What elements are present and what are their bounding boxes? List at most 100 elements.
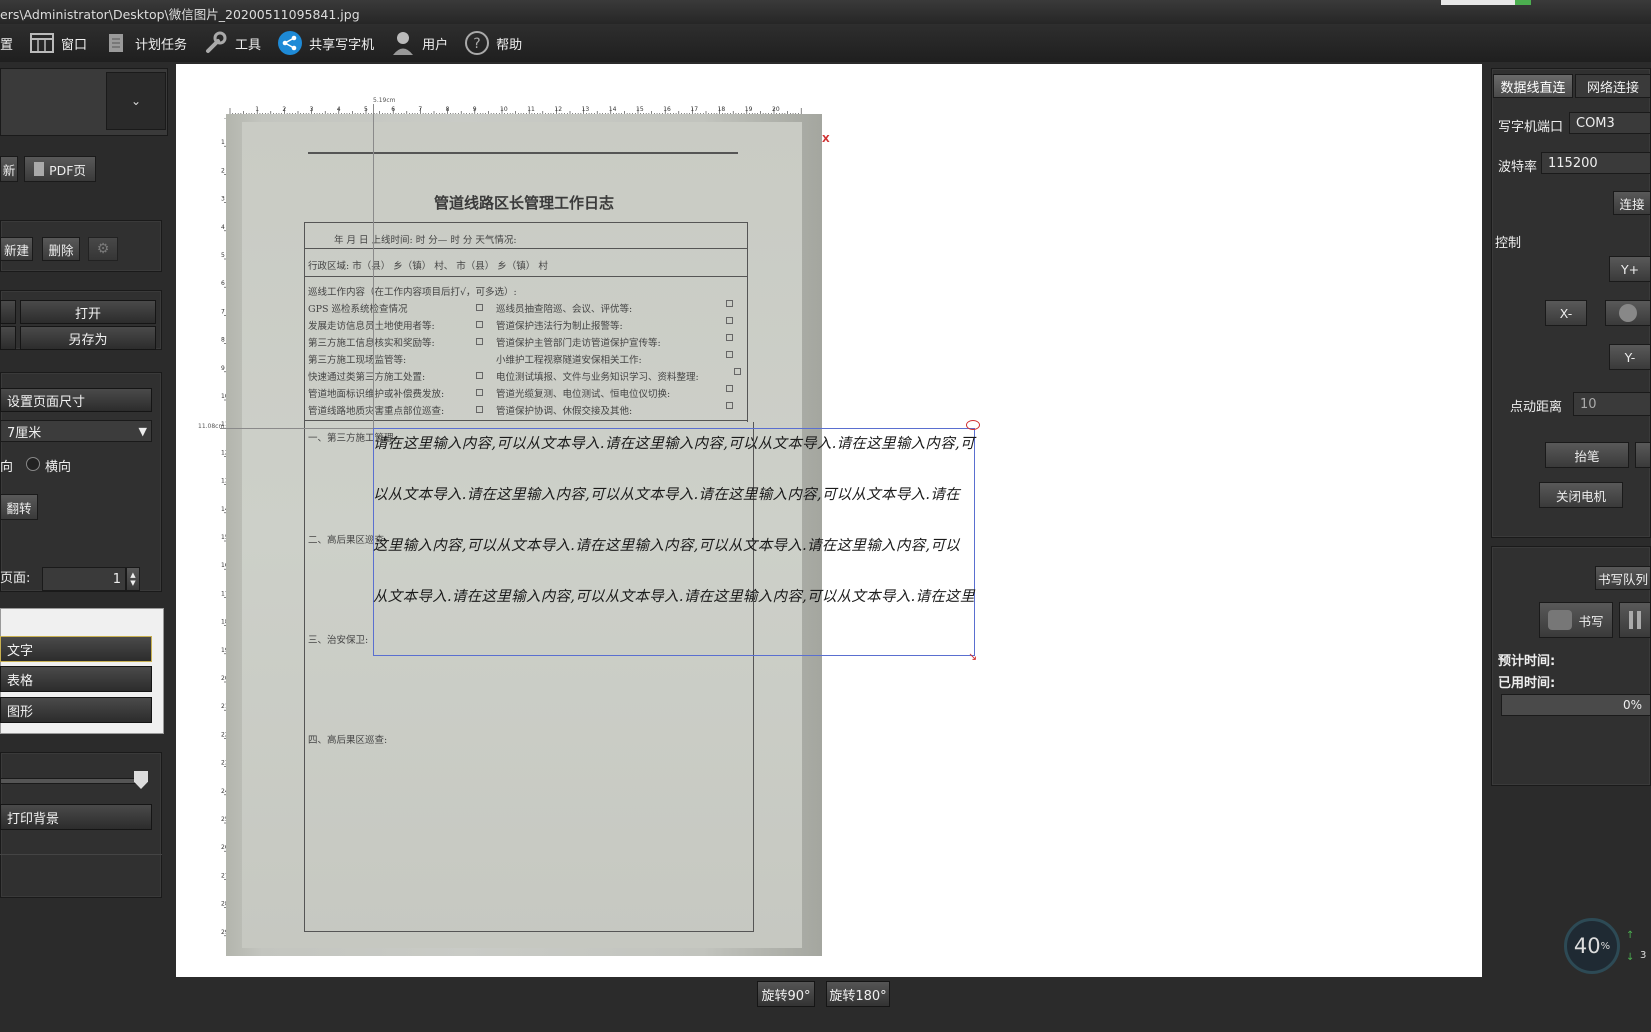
thumbnail-dropdown-button[interactable]: ⌄ [106, 72, 166, 130]
ruler-left-number: 7 [221, 308, 225, 315]
x-minus-button[interactable]: X- [1545, 300, 1587, 326]
delete-button[interactable]: 删除 [42, 237, 80, 261]
rotate-180-button[interactable]: 旋转180° [826, 981, 890, 1007]
open-left-button[interactable] [0, 300, 16, 324]
arrow-up-icon: ↑ [1626, 930, 1635, 941]
home-button[interactable] [1605, 300, 1651, 326]
doc-table-right [747, 222, 748, 422]
connect-button[interactable]: 连接 [1613, 191, 1651, 215]
move-handle-icon[interactable] [966, 420, 980, 430]
ruler-left-number: 1 [221, 139, 225, 146]
ruler-top-number: 1 [255, 106, 259, 113]
ruler-x-marker[interactable]: X [822, 134, 830, 145]
landscape-radio[interactable] [26, 457, 40, 471]
baud-select[interactable]: 115200 [1541, 152, 1651, 174]
page-size-button[interactable]: 设置页面尺寸 [0, 388, 152, 412]
arrow-up-icon: ▲ [130, 571, 136, 579]
baud-label: 波特率 [1498, 160, 1538, 175]
tool-shape-button[interactable]: 图形 [0, 697, 152, 723]
doc-line-6: 管道地面标识维护或补偿费发放: [308, 389, 445, 400]
elapsed-label: 已用时间: [1498, 676, 1556, 691]
ruler-top-number: 13 [582, 106, 590, 113]
save-left-button[interactable] [0, 326, 16, 350]
doc-line-4: 第三方施工现场监管等: [308, 355, 407, 366]
doc-right-line-1: 管道保护违法行为制止报警等: [496, 321, 623, 332]
rotate-90-button[interactable]: 旋转90° [757, 981, 815, 1007]
doc-right-line-6: 管道保护协调、休假交接及其他: [496, 406, 633, 417]
tab-serial[interactable]: 数据线直连 [1493, 74, 1573, 98]
menu-settings-label: 置 [0, 37, 14, 53]
settings-button[interactable]: ⚙ [88, 237, 118, 261]
ruler-top-number: 15 [636, 106, 644, 113]
window-title: ers\Administrator\Desktop\微信图片_202005110… [0, 7, 360, 22]
doc-right-line-3: 小维护工程视察隧道安保相关工作: [496, 355, 642, 366]
tool-text-label: 文字 [7, 643, 34, 659]
write-queue-button[interactable]: 书写队列 [1595, 566, 1651, 590]
print-background-button[interactable]: 打印背景 [0, 804, 152, 830]
doc-section-4: 四、高后果区巡查: [308, 735, 388, 746]
tool-table-button[interactable]: 表格 [0, 666, 152, 692]
y-plus-button[interactable]: Y+ [1609, 256, 1651, 282]
pause-button[interactable] [1619, 602, 1651, 638]
orientation-portrait-label[interactable]: 向 [0, 456, 13, 475]
page-size-select[interactable]: 7厘米 ▼ [0, 420, 152, 442]
delete-label: 删除 [48, 242, 74, 258]
pen-down-button[interactable] [1635, 442, 1651, 468]
tool-table-label: 表格 [7, 673, 34, 689]
title-progress-bar [1441, 0, 1531, 5]
open-label: 打开 [74, 306, 101, 322]
doc-right-line-5: 管道光缆复测、电位测试、恒电位仪切换: [496, 389, 671, 400]
panel-divider [0, 854, 162, 866]
flip-button[interactable]: 翻转 [0, 494, 38, 520]
menu-user[interactable]: 用户 [382, 24, 456, 62]
page-number-input[interactable]: 1 [42, 567, 126, 591]
page-number-label: 页面: [0, 571, 31, 586]
step-input[interactable]: 10 [1573, 392, 1651, 416]
gear-icon: ⚙ [96, 241, 110, 257]
motor-off-button[interactable]: 关闭电机 [1539, 482, 1623, 508]
menu-schedule[interactable]: 计划任务 [95, 24, 195, 62]
menu-bar: 置 窗口 计划任务 工具 共享写字机 用户 ? 帮助 [0, 24, 1651, 62]
new-button[interactable]: 新建 [0, 237, 33, 261]
doc-right-line-0: 巡线员抽查陪巡、会议、评优等: [496, 304, 633, 315]
orientation-landscape-label[interactable]: 横向 [45, 456, 71, 475]
file-icon [34, 162, 45, 176]
opacity-slider-track[interactable] [0, 778, 146, 784]
page-number-stepper[interactable]: ▲ ▼ [126, 567, 140, 591]
ruler-left-number: 6 [221, 280, 225, 287]
doc-checkbox [726, 300, 733, 307]
tool-shape-label: 图形 [7, 704, 34, 720]
menu-schedule-label: 计划任务 [135, 37, 188, 53]
rotate-90-label: 旋转90° [761, 988, 811, 1004]
performance-gauge[interactable]: 40% [1564, 918, 1620, 974]
tool-text-button[interactable]: 文字 [0, 636, 152, 662]
window-icon [29, 30, 55, 56]
wrench-icon [203, 30, 229, 56]
menu-tools[interactable]: 工具 [195, 24, 269, 62]
open-button[interactable]: 打开 [20, 300, 156, 324]
menu-help[interactable]: ? 帮助 [456, 24, 530, 62]
pen-up-button[interactable]: 抬笔 [1545, 442, 1629, 468]
y-minus-button[interactable]: Y- [1609, 344, 1651, 370]
resize-handle-icon[interactable]: ↘ [968, 650, 977, 663]
write-button[interactable]: 书写 [1539, 602, 1613, 638]
ruler-left-number: 4 [221, 224, 225, 231]
write-label: 书写 [1578, 613, 1604, 629]
app-window: ers\Administrator\Desktop\微信图片_202005110… [0, 0, 1651, 1032]
doc-row-divider-2 [304, 276, 748, 277]
save-as-button[interactable]: 另存为 [20, 326, 156, 350]
doc-table-left [304, 222, 305, 422]
port-select[interactable]: COM3 [1569, 112, 1651, 134]
doc-body-left [304, 422, 305, 932]
menu-window[interactable]: 窗口 [21, 24, 95, 62]
arrow-down-icon: ↓ [1626, 952, 1635, 963]
tab-network[interactable]: 网络连接 [1575, 74, 1651, 98]
menu-share[interactable]: 共享写字机 [269, 24, 382, 62]
svg-text:?: ? [473, 36, 480, 52]
save-as-label: 另存为 [68, 332, 108, 348]
print-background-label: 打印背景 [7, 811, 60, 827]
page-size-label: 设置页面尺寸 [7, 394, 86, 410]
new-page-button[interactable]: 新 [0, 156, 18, 182]
menu-settings[interactable]: 置 [0, 24, 21, 62]
pdf-page-button[interactable]: PDF页 [24, 156, 96, 182]
